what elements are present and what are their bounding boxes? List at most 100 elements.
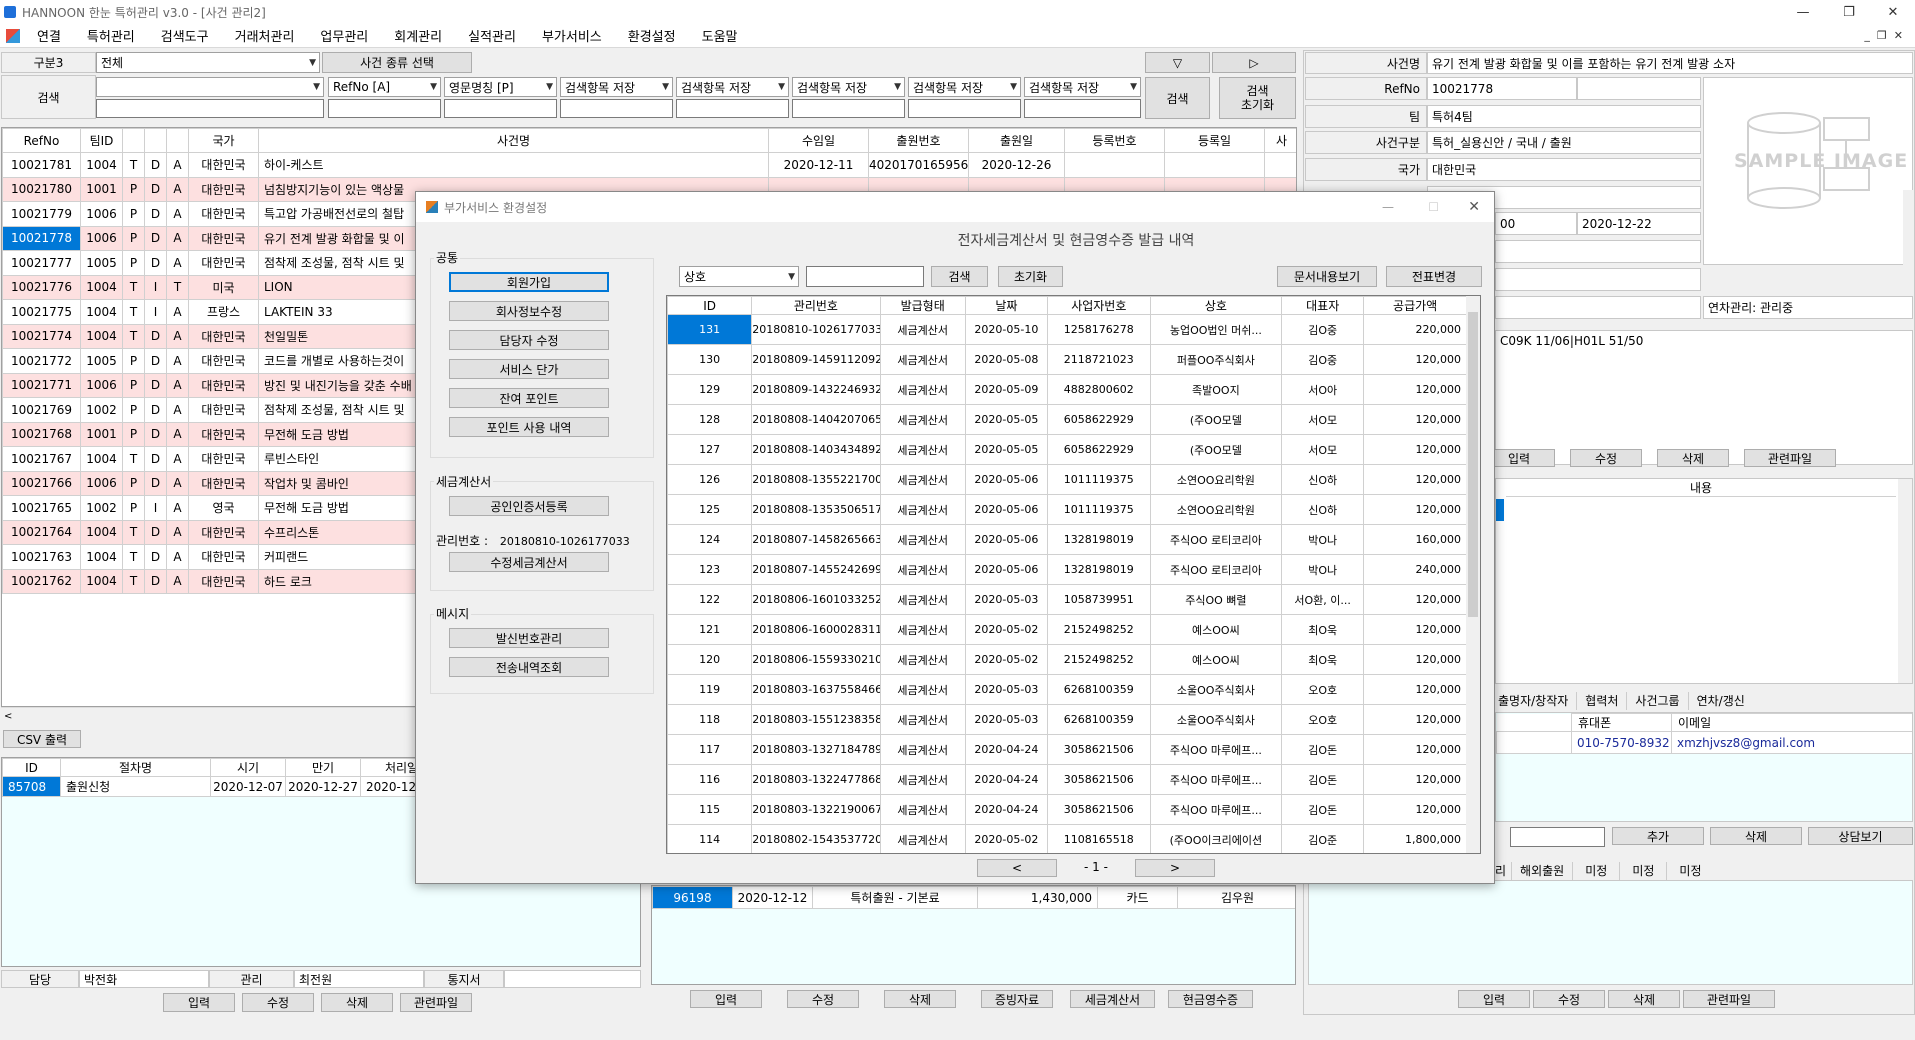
- table-row[interactable]: 128 20180808-1404207065 세금계산서 2020-05-05 605…: [667, 404, 1467, 435]
- menu-help[interactable]: 도움말: [689, 26, 751, 45]
- invoice-col-7[interactable]: 공급가액: [1363, 296, 1467, 315]
- table-row[interactable]: 127 20180808-1403434892 세금계산서 2020-05-05 605…: [667, 434, 1467, 465]
- remaining-points-button[interactable]: 잔여 포인트: [449, 388, 609, 408]
- pay-input-button[interactable]: 입력: [690, 990, 762, 1008]
- status-tab-undecided-2[interactable]: 미정: [1620, 862, 1668, 880]
- sender-number-button[interactable]: 발신번호관리: [449, 628, 609, 648]
- tab-applicant[interactable]: 출명자/창작자: [1490, 692, 1578, 710]
- change-voucher-button[interactable]: 전표변경: [1386, 266, 1482, 287]
- invoice-col-4[interactable]: 사업자번호: [1046, 296, 1151, 315]
- table-row[interactable]: 130 20180809-1459112092 세금계산서 2020-05-08 211…: [667, 344, 1467, 375]
- menu-accounting[interactable]: 회계관리: [381, 26, 455, 45]
- table-row[interactable]: 123 20180807-1455242699 세금계산서 2020-05-06 132…: [667, 554, 1467, 585]
- contact-col-phone[interactable]: 휴대폰: [1571, 713, 1672, 732]
- ipc-textarea[interactable]: C09K 11/06|H01L 51/50: [1495, 330, 1913, 465]
- prev-page-button[interactable]: <: [977, 859, 1057, 877]
- invoice-col-0[interactable]: ID: [667, 296, 753, 315]
- proc-col-id[interactable]: ID: [2, 758, 61, 777]
- status-files-button[interactable]: 관련파일: [1683, 990, 1775, 1008]
- detail-edit-button[interactable]: 수정: [1570, 449, 1642, 467]
- table-row[interactable]: 115 20180803-1322190067 세금계산서 2020-04-24 305…: [667, 794, 1467, 825]
- pay-edit-button[interactable]: 수정: [787, 990, 859, 1008]
- status-tab-undecided-1[interactable]: 미정: [1573, 862, 1621, 880]
- search-input-save-1[interactable]: [560, 99, 673, 118]
- menu-settings[interactable]: 환경설정: [615, 26, 689, 45]
- pay-delete-button[interactable]: 삭제: [884, 990, 956, 1008]
- nav-right-button[interactable]: ▷: [1212, 52, 1296, 73]
- view-document-button[interactable]: 문서내용보기: [1277, 266, 1377, 287]
- invoice-col-1[interactable]: 관리번호: [751, 296, 881, 315]
- send-history-button[interactable]: 전송내역조회: [449, 657, 609, 677]
- table-row[interactable]: 010-7570-8932 xmzhjvsz8@gmail.com: [1496, 731, 1912, 754]
- menu-search-tools[interactable]: 검색도구: [148, 26, 222, 45]
- invoice-vscrollbar[interactable]: [1466, 296, 1480, 853]
- search-input-save-3[interactable]: [792, 99, 905, 118]
- proc-col-timing[interactable]: 시기: [210, 758, 286, 777]
- case-col-11[interactable]: 등록일: [1164, 128, 1265, 153]
- close-window-button[interactable]: ✕: [1870, 0, 1915, 24]
- detail-delete-button[interactable]: 삭제: [1657, 449, 1729, 467]
- service-price-button[interactable]: 서비스 단가: [449, 359, 609, 379]
- proc-delete-button[interactable]: 삭제: [321, 993, 393, 1012]
- company-info-button[interactable]: 회사정보수정: [449, 301, 609, 321]
- search-input-save-5[interactable]: [1024, 99, 1141, 118]
- case-col-12[interactable]: 사: [1264, 128, 1296, 153]
- filter-select[interactable]: 상호 ▼: [679, 266, 799, 287]
- dialog-minimize-button[interactable]: —: [1382, 200, 1394, 214]
- consultation-view-button[interactable]: 상담보기: [1808, 827, 1913, 845]
- case-col-4[interactable]: [166, 128, 189, 153]
- table-row[interactable]: 121 20180806-1600028311 세금계산서 2020-05-02 215…: [667, 614, 1467, 645]
- menu-work[interactable]: 업무관리: [307, 26, 381, 45]
- menu-clients[interactable]: 거래처관리: [222, 26, 308, 45]
- contact-col-email[interactable]: 이메일: [1671, 713, 1912, 732]
- table-row[interactable]: 117 20180803-1327184789 세금계산서 2020-04-24 305…: [667, 734, 1467, 765]
- search-field-save-5[interactable]: 검색항목 저장 ▼: [1024, 77, 1141, 97]
- table-row[interactable]: 126 20180808-1355221700 세금계산서 2020-05-06 101…: [667, 464, 1467, 495]
- case-type-button[interactable]: 사건 종류 선택: [322, 52, 472, 73]
- filter-input[interactable]: [806, 266, 924, 287]
- table-row[interactable]: 114 20180802-1543537720 세금계산서 2020-05-02 110…: [667, 824, 1467, 853]
- status-tab-undecided-3[interactable]: 미정: [1667, 862, 1713, 880]
- menu-patent[interactable]: 특허관리: [74, 26, 148, 45]
- minimize-button[interactable]: —: [1780, 0, 1826, 24]
- table-row[interactable]: 120 20180806-1559330210 세금계산서 2020-05-02 215…: [667, 644, 1467, 675]
- signup-button[interactable]: 회원가입: [449, 272, 609, 292]
- search-input-save-4[interactable]: [908, 99, 1021, 118]
- case-col-0[interactable]: RefNo: [2, 128, 81, 153]
- search-input-refno[interactable]: [328, 99, 441, 118]
- invoice-col-3[interactable]: 날짜: [964, 296, 1048, 315]
- pay-cash-receipt-button[interactable]: 현금영수증: [1168, 990, 1253, 1008]
- invoice-scroll-thumb[interactable]: [1468, 312, 1478, 617]
- gubun-select[interactable]: 전체 ▼: [96, 52, 320, 73]
- search-field-save-4[interactable]: 검색항목 저장 ▼: [908, 77, 1021, 97]
- search-input-1[interactable]: [96, 99, 324, 118]
- search-field-save-2[interactable]: 검색항목 저장 ▼: [676, 77, 789, 97]
- status-tab-overseas[interactable]: 해외출원: [1512, 862, 1574, 880]
- dialog-reset-button[interactable]: 초기화: [998, 266, 1063, 287]
- case-col-3[interactable]: [144, 128, 167, 153]
- dialog-close-button[interactable]: ✕: [1468, 199, 1480, 215]
- proc-col-name[interactable]: 절차명: [60, 758, 211, 777]
- next-page-button[interactable]: >: [1135, 859, 1215, 877]
- menu-performance[interactable]: 실적관리: [455, 26, 529, 45]
- points-history-button[interactable]: 포인트 사용 내역: [449, 417, 609, 437]
- table-row[interactable]: 125 20180808-1353506517 세금계산서 2020-05-06 101…: [667, 494, 1467, 525]
- search-field-save-3[interactable]: 검색항목 저장 ▼: [792, 77, 905, 97]
- table-row[interactable]: 96198 2020-12-12 특허출원 - 기본료 1,430,000 카드…: [652, 886, 1295, 909]
- dialog-search-button[interactable]: 검색: [931, 266, 988, 287]
- cert-register-button[interactable]: 공인인증서등록: [449, 496, 609, 516]
- content-vscrollbar[interactable]: [1898, 479, 1912, 683]
- dialog-maximize-button[interactable]: ☐: [1428, 200, 1439, 214]
- invoice-col-6[interactable]: 대표자: [1281, 296, 1365, 315]
- status-delete-button[interactable]: 삭제: [1608, 990, 1680, 1008]
- contact-input[interactable]: [1510, 827, 1605, 847]
- tab-case-group[interactable]: 사건그룹: [1627, 692, 1689, 710]
- tab-annuity[interactable]: 연차/갱신: [1689, 692, 1753, 710]
- search-field-save-1[interactable]: 검색항목 저장 ▼: [560, 77, 673, 97]
- nav-down-button[interactable]: ▽: [1145, 52, 1210, 73]
- case-col-5[interactable]: 국가: [188, 128, 259, 153]
- search-field-select-1[interactable]: ▼: [96, 77, 324, 97]
- maximize-button[interactable]: ❐: [1826, 0, 1872, 24]
- invoice-col-2[interactable]: 발급형태: [879, 296, 966, 315]
- status-edit-button[interactable]: 수정: [1533, 990, 1605, 1008]
